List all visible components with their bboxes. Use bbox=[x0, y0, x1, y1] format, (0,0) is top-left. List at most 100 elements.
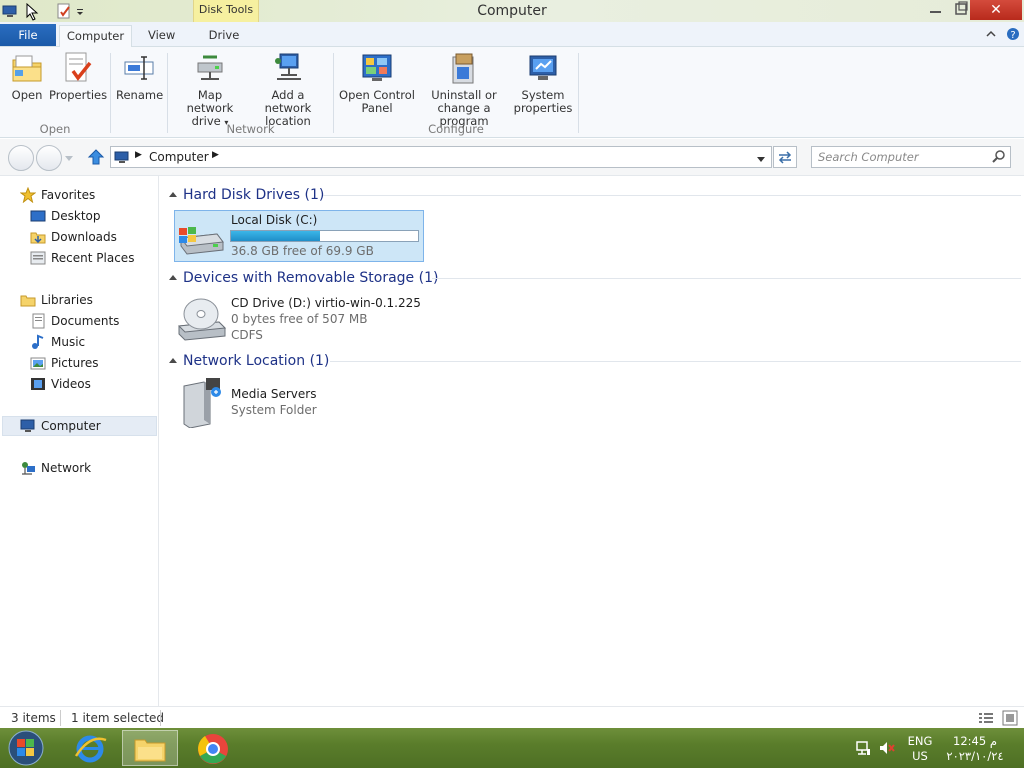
taskbar-file-explorer[interactable] bbox=[122, 730, 178, 766]
open-control-panel-button[interactable]: Open Control Panel bbox=[338, 51, 416, 115]
close-button[interactable]: ✕ bbox=[970, 0, 1022, 20]
taskbar-chrome[interactable] bbox=[185, 730, 241, 766]
nav-desktop[interactable]: Desktop bbox=[30, 206, 101, 226]
star-icon bbox=[19, 186, 37, 204]
network-drive-icon bbox=[193, 51, 227, 85]
ribbon-tabs: File Computer View Drive ? bbox=[0, 22, 1024, 48]
nav-downloads[interactable]: Downloads bbox=[30, 227, 117, 247]
recent-places-icon bbox=[30, 250, 46, 266]
group-label-network: Network bbox=[226, 122, 275, 136]
forward-button[interactable] bbox=[36, 145, 62, 171]
help-icon[interactable]: ? bbox=[1006, 27, 1020, 44]
rename-icon bbox=[122, 51, 156, 85]
address-row: ▶ Computer ▶ Search Computer bbox=[0, 139, 1024, 176]
uninstall-program-button[interactable]: Uninstall or change a program bbox=[414, 51, 514, 128]
libraries-icon bbox=[20, 292, 36, 308]
documents-icon bbox=[30, 313, 46, 329]
collapse-arrow-icon[interactable] bbox=[169, 192, 177, 197]
address-bar[interactable]: ▶ Computer ▶ bbox=[110, 146, 772, 168]
tab-view[interactable]: View bbox=[138, 25, 185, 47]
properties-icon bbox=[60, 51, 94, 85]
refresh-button[interactable] bbox=[773, 146, 797, 168]
title-bar: Disk Tools Computer ✕ bbox=[0, 0, 1024, 22]
open-button[interactable]: Open bbox=[7, 51, 47, 102]
nav-videos[interactable]: Videos bbox=[31, 374, 91, 394]
media-server-icon bbox=[180, 376, 226, 431]
ribbon-separator bbox=[167, 53, 168, 133]
system-properties-button[interactable]: System properties bbox=[512, 51, 574, 115]
large-icons-view-icon[interactable] bbox=[1002, 710, 1018, 729]
collapse-arrow-icon[interactable] bbox=[169, 358, 177, 363]
add-network-location-button[interactable]: Add a network location bbox=[248, 51, 328, 128]
group-divider bbox=[330, 361, 1021, 362]
tab-computer[interactable]: Computer bbox=[59, 25, 132, 48]
taskbar: ENG US 12:45 م ٢٠٢٣/١٠/٢٤ bbox=[0, 728, 1024, 768]
address-dropdown-icon[interactable] bbox=[756, 153, 766, 167]
music-icon bbox=[30, 334, 46, 350]
map-network-drive-button[interactable]: Map network drive ▾ bbox=[173, 51, 247, 129]
drive-c-name: Local Disk (C:) bbox=[231, 213, 318, 227]
collapse-arrow-icon[interactable] bbox=[169, 275, 177, 280]
taskbar-internet-explorer[interactable] bbox=[62, 730, 118, 766]
recent-locations-icon[interactable] bbox=[64, 152, 74, 166]
group-divider bbox=[432, 278, 1021, 279]
nav-pictures[interactable]: Pictures bbox=[30, 353, 99, 373]
group-header-hard-disk-drives[interactable]: Hard Disk Drives (1) bbox=[169, 185, 324, 205]
tab-drive[interactable]: Drive bbox=[200, 25, 248, 47]
breadcrumb-computer[interactable]: Computer bbox=[149, 150, 209, 164]
start-button[interactable] bbox=[6, 729, 46, 770]
nav-favorites[interactable]: Favorites bbox=[19, 185, 95, 205]
group-header-network-location[interactable]: Network Location (1) bbox=[169, 351, 329, 371]
ribbon-separator bbox=[110, 53, 111, 133]
nav-libraries[interactable]: Libraries bbox=[20, 290, 93, 310]
drive-c-free-space: 36.8 GB free of 69.9 GB bbox=[231, 244, 374, 258]
ribbon-separator bbox=[578, 53, 579, 133]
breadcrumb-arrow-icon[interactable]: ▶ bbox=[212, 150, 219, 160]
search-input[interactable]: Search Computer bbox=[811, 146, 1011, 168]
tab-file[interactable]: File bbox=[0, 24, 56, 46]
details-view-icon[interactable] bbox=[978, 711, 994, 728]
programs-icon bbox=[447, 51, 481, 85]
breadcrumb-arrow-icon[interactable]: ▶ bbox=[135, 150, 142, 160]
computer-icon bbox=[114, 149, 130, 168]
search-icon[interactable] bbox=[992, 150, 1006, 170]
drive-c-usage-bar bbox=[230, 230, 419, 242]
windows-drive-icon bbox=[177, 220, 225, 259]
back-button[interactable] bbox=[8, 145, 34, 171]
drive-d-free-space: 0 bytes free of 507 MB bbox=[231, 312, 368, 326]
window-title: Computer bbox=[477, 3, 547, 19]
clock[interactable]: 12:45 م ٢٠٢٣/١٠/٢٤ bbox=[940, 734, 1010, 764]
minimize-button[interactable] bbox=[922, 0, 950, 20]
svg-text:?: ? bbox=[1010, 30, 1015, 41]
up-arrow-icon[interactable] bbox=[87, 148, 105, 169]
nav-computer[interactable]: Computer bbox=[20, 416, 101, 436]
nav-network[interactable]: Network bbox=[22, 458, 91, 478]
group-label-open: Open bbox=[39, 122, 71, 136]
media-servers-type: System Folder bbox=[231, 403, 317, 417]
group-label-configure: Configure bbox=[428, 122, 484, 136]
pictures-icon bbox=[30, 355, 46, 371]
drive-c-usage-fill bbox=[231, 231, 320, 241]
volume-muted-icon[interactable] bbox=[878, 740, 896, 759]
status-separator bbox=[160, 710, 161, 726]
network-tray-icon[interactable] bbox=[855, 740, 871, 759]
nav-documents[interactable]: Documents bbox=[32, 311, 119, 331]
open-folder-icon bbox=[10, 51, 44, 85]
nav-recent-places[interactable]: Recent Places bbox=[30, 248, 134, 268]
ribbon: Open Properties Rename Map network drive… bbox=[0, 47, 1024, 138]
control-panel-icon bbox=[360, 51, 394, 85]
group-header-removable-storage[interactable]: Devices with Removable Storage (1) bbox=[169, 268, 438, 288]
cd-drive-icon bbox=[177, 296, 227, 347]
nav-music[interactable]: Music bbox=[32, 332, 85, 352]
drive-d-name[interactable]: CD Drive (D:) virtio-win-0.1.225 bbox=[231, 296, 421, 310]
group-divider bbox=[323, 195, 1021, 196]
downloads-icon bbox=[30, 229, 46, 245]
drive-d-filesystem: CDFS bbox=[231, 328, 263, 342]
rename-button[interactable]: Rename bbox=[116, 51, 163, 102]
status-bar: 3 items 1 item selected bbox=[0, 706, 1024, 728]
input-language[interactable]: ENG US bbox=[900, 734, 940, 764]
system-properties-icon bbox=[526, 51, 560, 85]
minimize-ribbon-icon[interactable] bbox=[985, 28, 997, 43]
properties-button[interactable]: Properties bbox=[49, 51, 107, 102]
media-servers-name[interactable]: Media Servers bbox=[231, 387, 316, 401]
